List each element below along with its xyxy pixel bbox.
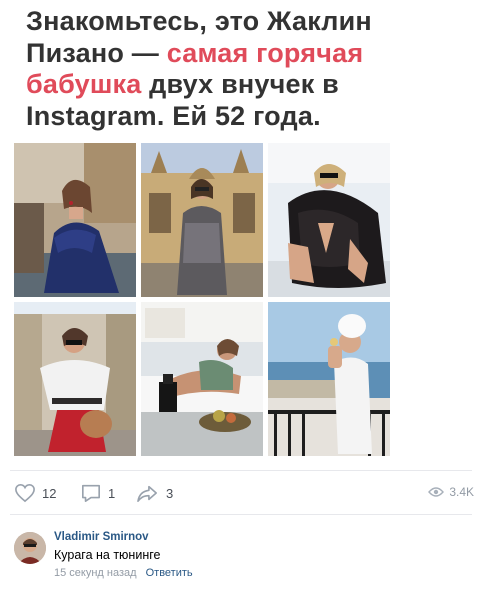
headline-text: двух внучек в <box>141 69 339 99</box>
comment-text: Курага на тюнинге <box>54 548 161 562</box>
post-headline: Знакомьтесь, это Жаклин Пизано — самая г… <box>26 6 466 132</box>
headline-text: Пизано — <box>26 37 167 68</box>
comment-meta: 15 секунд назад Ответить <box>54 567 193 579</box>
photo-san-marco[interactable] <box>141 143 263 297</box>
headline-line-2: Пизано — самая горячая <box>26 38 466 70</box>
comment-author-link[interactable]: Vladimir Smirnov <box>54 531 149 543</box>
avatar[interactable] <box>14 532 46 564</box>
photo-venice-blue-dress[interactable] <box>14 143 136 297</box>
comment-count: 1 <box>108 485 116 501</box>
photo-street-red-skirt[interactable] <box>14 302 136 456</box>
headline-highlight: самая горячая <box>166 37 364 68</box>
photo-lace-kimono[interactable] <box>268 143 390 297</box>
comment-item: Vladimir Smirnov Курага на тюнинге 15 се… <box>14 530 474 580</box>
heart-icon <box>15 483 35 503</box>
headline-line-4: Instagram. Ей 52 года. <box>26 100 321 131</box>
headline-highlight: бабушка <box>26 69 142 99</box>
headline-line-3: бабушка двух внучек в <box>26 69 466 101</box>
reply-link[interactable]: Ответить <box>146 567 193 579</box>
share-button[interactable]: 3 <box>136 483 173 503</box>
share-icon <box>137 485 157 502</box>
divider <box>10 514 472 515</box>
photo-sunlounger[interactable] <box>141 302 263 456</box>
views-counter: 3.4K <box>428 485 474 499</box>
photo-grid <box>14 143 390 456</box>
comment-button[interactable]: 1 <box>80 483 115 503</box>
comment-time[interactable]: 15 секунд назад <box>54 567 137 579</box>
divider <box>10 470 472 471</box>
like-count: 12 <box>42 485 57 501</box>
views-count: 3.4K <box>449 485 474 499</box>
share-count: 3 <box>166 485 174 501</box>
comment-icon <box>82 484 100 502</box>
like-button[interactable]: 12 <box>14 483 56 503</box>
eye-icon <box>428 487 445 497</box>
post-actions-bar: 12 1 3 3.4K <box>14 480 474 506</box>
photo-balcony-towel[interactable] <box>268 302 390 456</box>
headline-line-1: Знакомьтесь, это Жаклин <box>26 6 372 36</box>
